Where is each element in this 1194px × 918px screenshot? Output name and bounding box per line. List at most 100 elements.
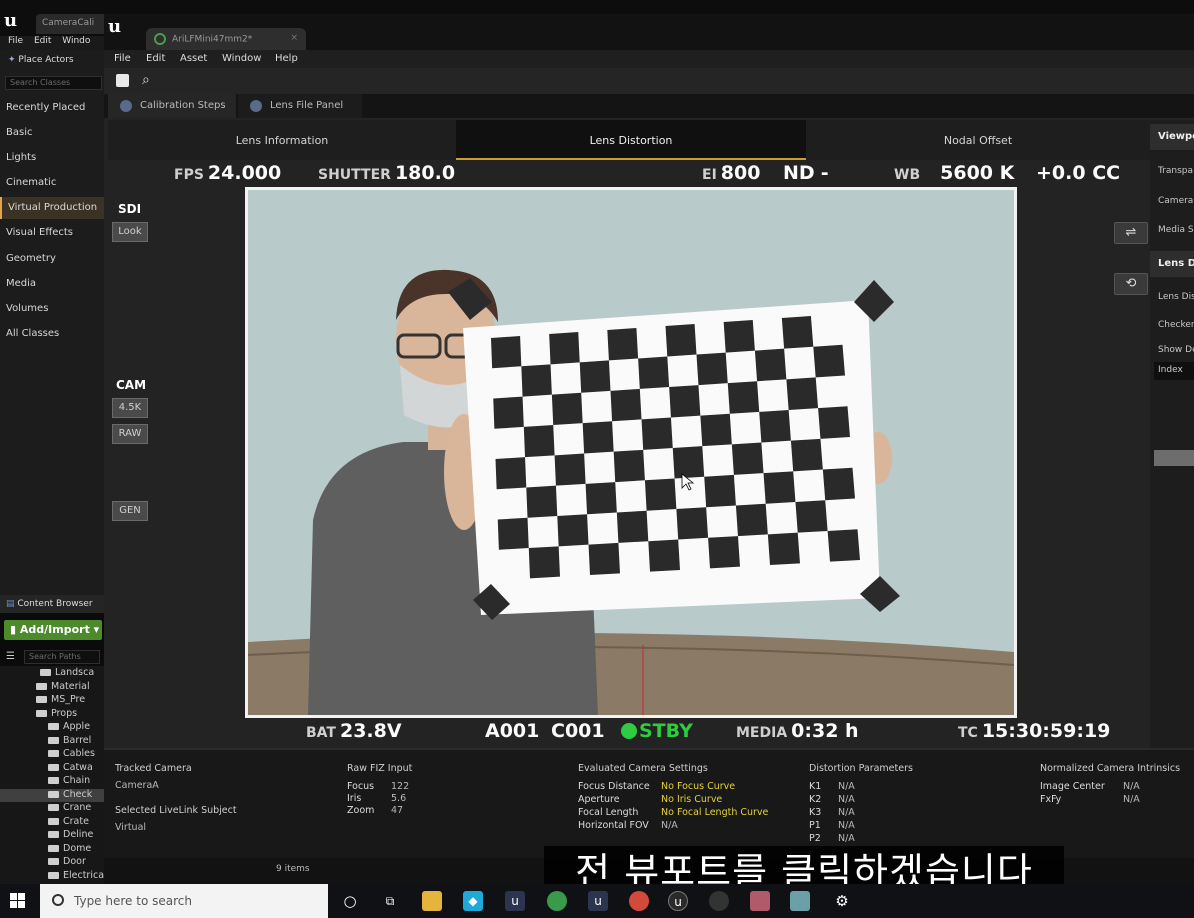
cortana-icon[interactable]: ○ bbox=[340, 891, 360, 911]
folder-item[interactable]: Apple bbox=[0, 721, 104, 734]
category-lights[interactable]: Lights bbox=[0, 147, 104, 169]
resolution-button[interactable]: 4.5K bbox=[112, 398, 148, 418]
task-view-icon[interactable]: ⧉ bbox=[380, 891, 400, 911]
checker-square bbox=[648, 539, 680, 572]
folder-item[interactable]: Catwa bbox=[0, 762, 104, 775]
folder-item[interactable]: Dome bbox=[0, 843, 104, 856]
menu-asset[interactable]: Asset bbox=[180, 53, 207, 64]
chrome-icon[interactable] bbox=[547, 891, 567, 911]
search-paths-input[interactable]: Search Paths bbox=[24, 650, 100, 664]
step-lens-information[interactable]: Lens Information bbox=[108, 120, 456, 160]
settings-gear-icon[interactable]: ⚙ bbox=[832, 891, 852, 911]
folder-item[interactable]: Material bbox=[0, 681, 104, 694]
folder-item[interactable]: Door bbox=[0, 856, 104, 869]
menu-window[interactable]: Window bbox=[222, 53, 261, 64]
folder-item[interactable]: Crane bbox=[0, 802, 104, 815]
index-field[interactable]: Index bbox=[1154, 362, 1194, 380]
livelink-subject-value: Virtual bbox=[115, 822, 147, 833]
checker-square bbox=[528, 546, 560, 579]
menu-window[interactable]: Windo bbox=[62, 36, 90, 46]
content-browser-tab[interactable]: ▤ Content Browser bbox=[0, 595, 104, 613]
unreal-taskbar-icon[interactable]: u bbox=[505, 891, 525, 911]
folder-icon bbox=[36, 709, 47, 717]
gen-button[interactable]: GEN bbox=[112, 501, 148, 521]
category-visual-effects[interactable]: Visual Effects bbox=[0, 222, 104, 244]
file-explorer-icon[interactable] bbox=[422, 891, 442, 911]
menu-help[interactable]: Help bbox=[275, 53, 298, 64]
folder-item[interactable]: Chain bbox=[0, 775, 104, 788]
transparency-label: Transpa bbox=[1158, 166, 1194, 176]
category-geometry[interactable]: Geometry bbox=[0, 248, 104, 270]
checker-square bbox=[704, 474, 736, 508]
lens-distortion-section-header[interactable]: Lens Di bbox=[1150, 251, 1194, 277]
camera-viewport[interactable] bbox=[245, 187, 1017, 718]
checker-square bbox=[582, 421, 614, 454]
checker-square bbox=[781, 316, 814, 349]
checker-square bbox=[526, 485, 558, 518]
folder-icon bbox=[48, 777, 59, 784]
search-classes-input[interactable]: Search Classes bbox=[5, 76, 102, 90]
taskbar-search-input[interactable]: Type here to search bbox=[40, 884, 328, 918]
p2-value: N/A bbox=[838, 833, 855, 844]
menu-edit[interactable]: Edit bbox=[34, 36, 51, 46]
unreal-taskbar-icon-2[interactable]: u bbox=[588, 891, 608, 911]
folder-item[interactable]: Crate bbox=[0, 816, 104, 829]
checker-square bbox=[585, 482, 617, 515]
save-icon[interactable] bbox=[116, 74, 129, 87]
category-all-classes[interactable]: All Classes bbox=[0, 323, 104, 345]
camera-swap-icon[interactable]: ⟲ bbox=[1114, 273, 1148, 295]
folder-item[interactable]: Deline bbox=[0, 829, 104, 842]
folder-item[interactable]: Cables bbox=[0, 748, 104, 761]
folder-item[interactable]: ElectricalBox bbox=[0, 870, 104, 883]
category-cinematic[interactable]: Cinematic bbox=[0, 172, 104, 194]
category-recently-placed[interactable]: Recently Placed bbox=[0, 97, 104, 119]
content-browser-label: Content Browser bbox=[17, 599, 93, 609]
checker-square bbox=[700, 413, 732, 447]
app-hexagon-icon[interactable]: ◆ bbox=[463, 891, 483, 911]
close-tab-icon[interactable]: × bbox=[290, 33, 298, 43]
folder-label: Check bbox=[63, 788, 93, 800]
category-volumes[interactable]: Volumes bbox=[0, 298, 104, 320]
raw-button[interactable]: RAW bbox=[112, 424, 148, 444]
app-icon-2[interactable] bbox=[790, 891, 810, 911]
tab-lens-file-panel[interactable]: Lens File Panel bbox=[238, 94, 362, 118]
category-basic[interactable]: Basic bbox=[0, 122, 104, 144]
folder-item[interactable]: MS_Pre bbox=[0, 694, 104, 707]
back-editor-tab[interactable]: CameraCali bbox=[36, 14, 106, 34]
folder-item[interactable]: Check bbox=[0, 788, 104, 802]
category-virtual-production[interactable]: Virtual Production bbox=[0, 197, 104, 219]
windows-start-icon[interactable] bbox=[10, 893, 26, 909]
folder-item[interactable]: Barrel bbox=[0, 735, 104, 748]
folder-label: MS_Pre bbox=[51, 694, 86, 705]
k3-key: K3 bbox=[809, 807, 822, 818]
cc-value: +0.0 CC bbox=[1036, 162, 1121, 184]
step-nodal-offset[interactable]: Nodal Offset bbox=[806, 120, 1150, 160]
folder-item[interactable]: Props bbox=[0, 708, 104, 721]
look-button[interactable]: Look bbox=[112, 222, 148, 242]
menu-edit[interactable]: Edit bbox=[146, 53, 165, 64]
browse-icon[interactable]: ⌕ bbox=[142, 72, 150, 88]
step-lens-distortion[interactable]: Lens Distortion bbox=[456, 120, 806, 160]
fiz-zoom-key: Zoom bbox=[347, 805, 375, 816]
folder-item[interactable]: Landsca bbox=[0, 667, 104, 680]
checker-square bbox=[813, 344, 845, 378]
app-icon[interactable] bbox=[750, 891, 770, 911]
menu-file[interactable]: File bbox=[114, 53, 131, 64]
github-icon[interactable] bbox=[709, 891, 729, 911]
category-media[interactable]: Media bbox=[0, 273, 104, 295]
folder-label: Apple bbox=[63, 721, 91, 732]
lens-file-tab[interactable]: AriLFMini47mm2* × bbox=[146, 28, 306, 50]
folder-icon bbox=[36, 696, 47, 703]
checker-square bbox=[767, 532, 800, 565]
menu-file[interactable]: File bbox=[8, 36, 23, 46]
usb-icon[interactable]: ⇌ bbox=[1114, 222, 1148, 244]
place-actors-tab[interactable]: ✦ Place Actors bbox=[0, 52, 104, 70]
browser-icon[interactable] bbox=[629, 891, 649, 911]
viewport-section-header[interactable]: Viewpo bbox=[1150, 124, 1194, 150]
side-action-button[interactable] bbox=[1154, 450, 1194, 466]
folder-label: Door bbox=[63, 856, 86, 867]
add-import-button[interactable]: ▮ Add/Import ▾ bbox=[4, 620, 102, 640]
view-options-icon[interactable]: ☰ bbox=[6, 651, 15, 662]
unreal-launcher-icon[interactable]: u bbox=[668, 891, 688, 911]
tab-calibration-steps[interactable]: Calibration Steps bbox=[108, 94, 236, 118]
